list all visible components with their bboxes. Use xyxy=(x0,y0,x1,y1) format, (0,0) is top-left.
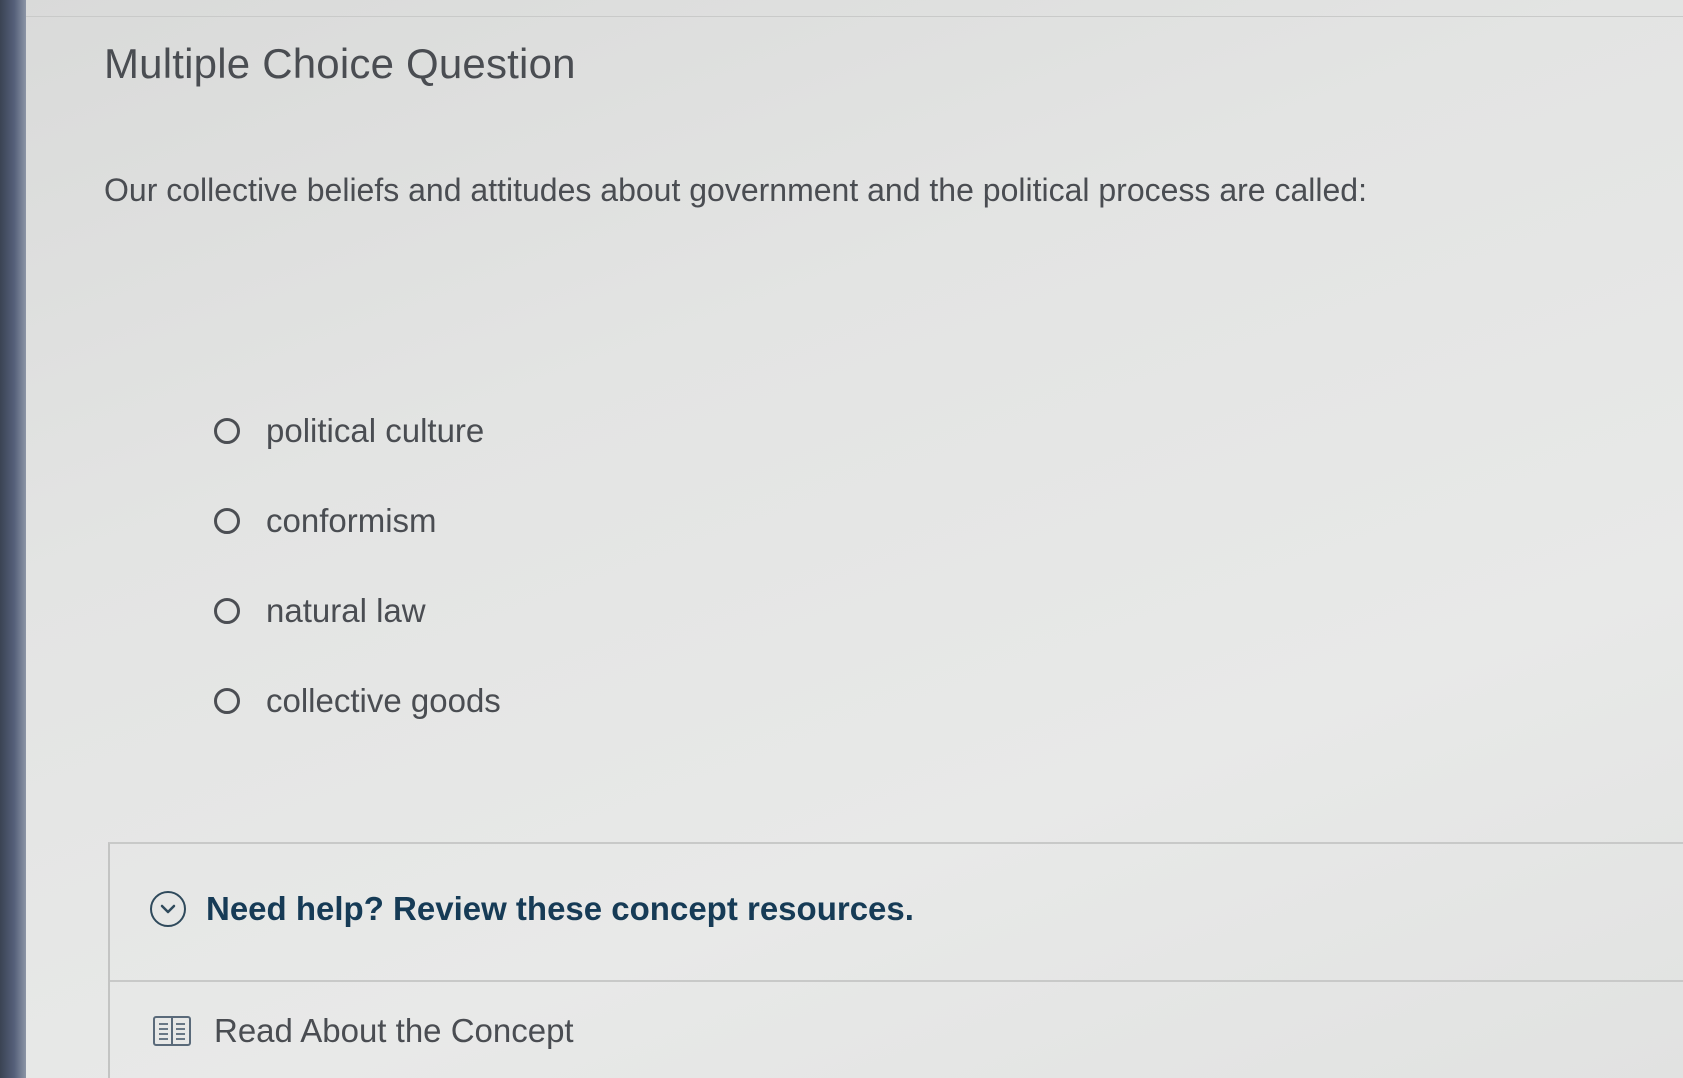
top-divider xyxy=(26,0,1683,17)
answer-choices: political culture conformism natural law… xyxy=(214,386,501,746)
answer-choice[interactable]: collective goods xyxy=(214,656,501,746)
read-about-concept-link[interactable]: Read About the Concept xyxy=(152,1012,574,1050)
choice-label: collective goods xyxy=(266,682,501,719)
concept-resources-title[interactable]: Need help? Review these concept resource… xyxy=(206,890,914,928)
radio-button[interactable] xyxy=(214,688,240,714)
question-type-heading: Multiple Choice Question xyxy=(104,40,576,87)
answer-choice[interactable]: natural law xyxy=(214,566,501,656)
answer-choice[interactable]: conformism xyxy=(214,476,501,566)
concept-resources-toggle[interactable]: Need help? Review these concept resource… xyxy=(150,890,914,928)
read-about-concept-label[interactable]: Read About the Concept xyxy=(214,1012,574,1050)
radio-button[interactable] xyxy=(214,508,240,534)
panel-divider xyxy=(110,980,1683,982)
concept-resources-panel: Need help? Review these concept resource… xyxy=(108,842,1683,1078)
left-bezel xyxy=(0,0,26,1078)
choice-label: natural law xyxy=(266,592,426,629)
screen: Multiple Choice Question Our collective … xyxy=(0,0,1683,1078)
choice-label: conformism xyxy=(266,502,437,539)
choice-label: political culture xyxy=(266,412,485,449)
question-prompt: Our collective beliefs and attitudes abo… xyxy=(104,172,1367,208)
answer-choice[interactable]: political culture xyxy=(214,386,501,476)
radio-button[interactable] xyxy=(214,598,240,624)
radio-button[interactable] xyxy=(214,418,240,444)
book-icon xyxy=(153,1016,191,1046)
chevron-down-circle-icon[interactable] xyxy=(150,891,186,927)
